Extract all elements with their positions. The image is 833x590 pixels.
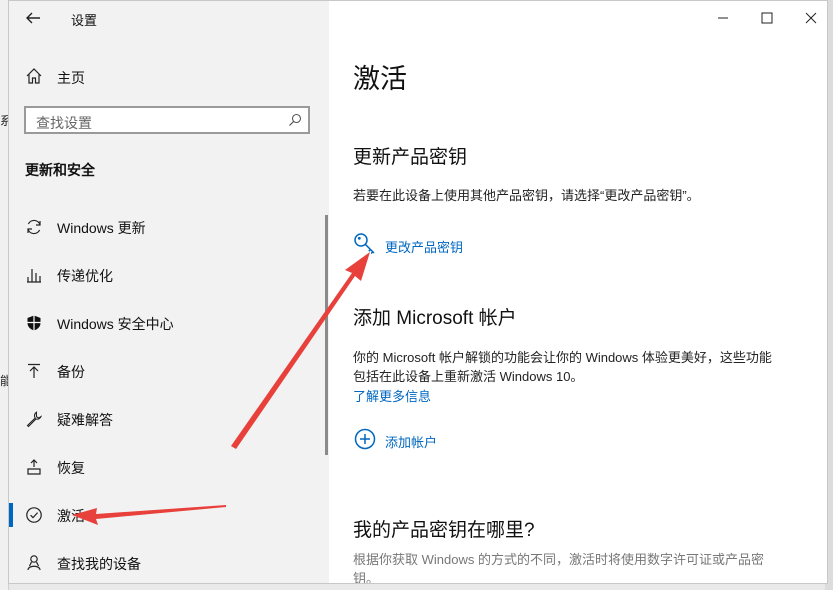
sidebar-item-troubleshoot[interactable]: 疑难解答 — [9, 399, 329, 439]
sidebar: 设置 主页 查找设置 更新和安全 Windows 更新 传递优化 Windows… — [9, 1, 329, 583]
sidebar-item-backup[interactable]: 备份 — [9, 351, 329, 391]
shield-icon — [27, 315, 41, 331]
add-account-label: 添加帐户 — [385, 435, 438, 450]
sidebar-item-label: Windows 安全中心 — [57, 316, 174, 332]
sidebar-item-label: 恢复 — [57, 460, 85, 476]
sidebar-item-recovery[interactable]: 恢复 — [9, 447, 329, 487]
settings-window: 设置 主页 查找设置 更新和安全 Windows 更新 传递优化 Windows… — [8, 0, 828, 584]
search-icon[interactable] — [288, 113, 302, 127]
sidebar-item-label: 疑难解答 — [57, 412, 113, 428]
update-key-description: 若要在此设备上使用其他产品密钥，请选择“更改产品密钥”。 — [353, 188, 700, 203]
home-icon — [26, 68, 42, 84]
maximize-icon[interactable] — [753, 7, 781, 29]
window-title: 设置 — [71, 13, 98, 28]
wrench-icon — [26, 411, 43, 428]
sidebar-item-label: 备份 — [57, 364, 85, 380]
sidebar-scrollbar[interactable] — [325, 215, 328, 455]
sidebar-item-windows-security[interactable]: Windows 安全中心 — [9, 303, 329, 343]
title-bar: 设置 — [9, 1, 329, 35]
sidebar-item-delivery-optimization[interactable]: 传递优化 — [9, 255, 329, 295]
where-key-description: 根据你获取 Windows 的方式的不同，激活时将使用数字许可证或产品密钥。 — [353, 552, 764, 584]
sidebar-item-label: Windows 更新 — [57, 220, 146, 236]
selected-indicator — [9, 503, 13, 527]
sidebar-item-find-my-device[interactable]: 查找我的设备 — [9, 543, 329, 583]
backup-arrow-icon — [28, 363, 40, 378]
search-placeholder: 查找设置 — [36, 115, 92, 131]
close-icon[interactable] — [797, 7, 825, 29]
learn-more-link[interactable]: 了解更多信息 — [353, 386, 431, 405]
microsoft-account-description: 你的 Microsoft 帐户解锁的功能会让你的 Windows 体验更美好，这… — [353, 350, 772, 384]
key-icon — [354, 233, 375, 255]
sidebar-item-label: 主页 — [57, 70, 85, 86]
find-device-icon — [27, 555, 41, 571]
minimize-icon[interactable] — [709, 7, 737, 29]
sync-icon — [27, 219, 41, 235]
sidebar-item-label: 查找我的设备 — [57, 556, 141, 572]
update-key-heading: 更新产品密钥 — [353, 147, 468, 168]
back-arrow-icon[interactable] — [23, 8, 43, 28]
sidebar-item-activation[interactable]: 激活 — [9, 495, 329, 535]
add-circle-icon — [354, 428, 376, 450]
check-circle-icon — [26, 507, 42, 523]
main-content: 激活 更新产品密钥 若要在此设备上使用其他产品密钥，请选择“更改产品密钥”。 更… — [329, 1, 827, 583]
where-key-heading: 我的产品密钥在哪里? — [353, 520, 535, 541]
recovery-icon — [27, 459, 41, 475]
delivery-optimization-icon — [27, 269, 41, 283]
microsoft-account-heading: 添加 Microsoft 帐户 — [353, 308, 517, 329]
section-title: 更新和安全 — [25, 162, 95, 178]
sidebar-item-label: 激活 — [57, 508, 85, 524]
sidebar-item-home[interactable]: 主页 — [9, 59, 329, 93]
page-title: 激活 — [353, 64, 407, 94]
sidebar-item-windows-update[interactable]: Windows 更新 — [9, 207, 329, 247]
change-product-key-label: 更改产品密钥 — [385, 240, 464, 255]
search-input[interactable]: 查找设置 — [24, 106, 310, 134]
sidebar-item-label: 传递优化 — [57, 268, 113, 284]
